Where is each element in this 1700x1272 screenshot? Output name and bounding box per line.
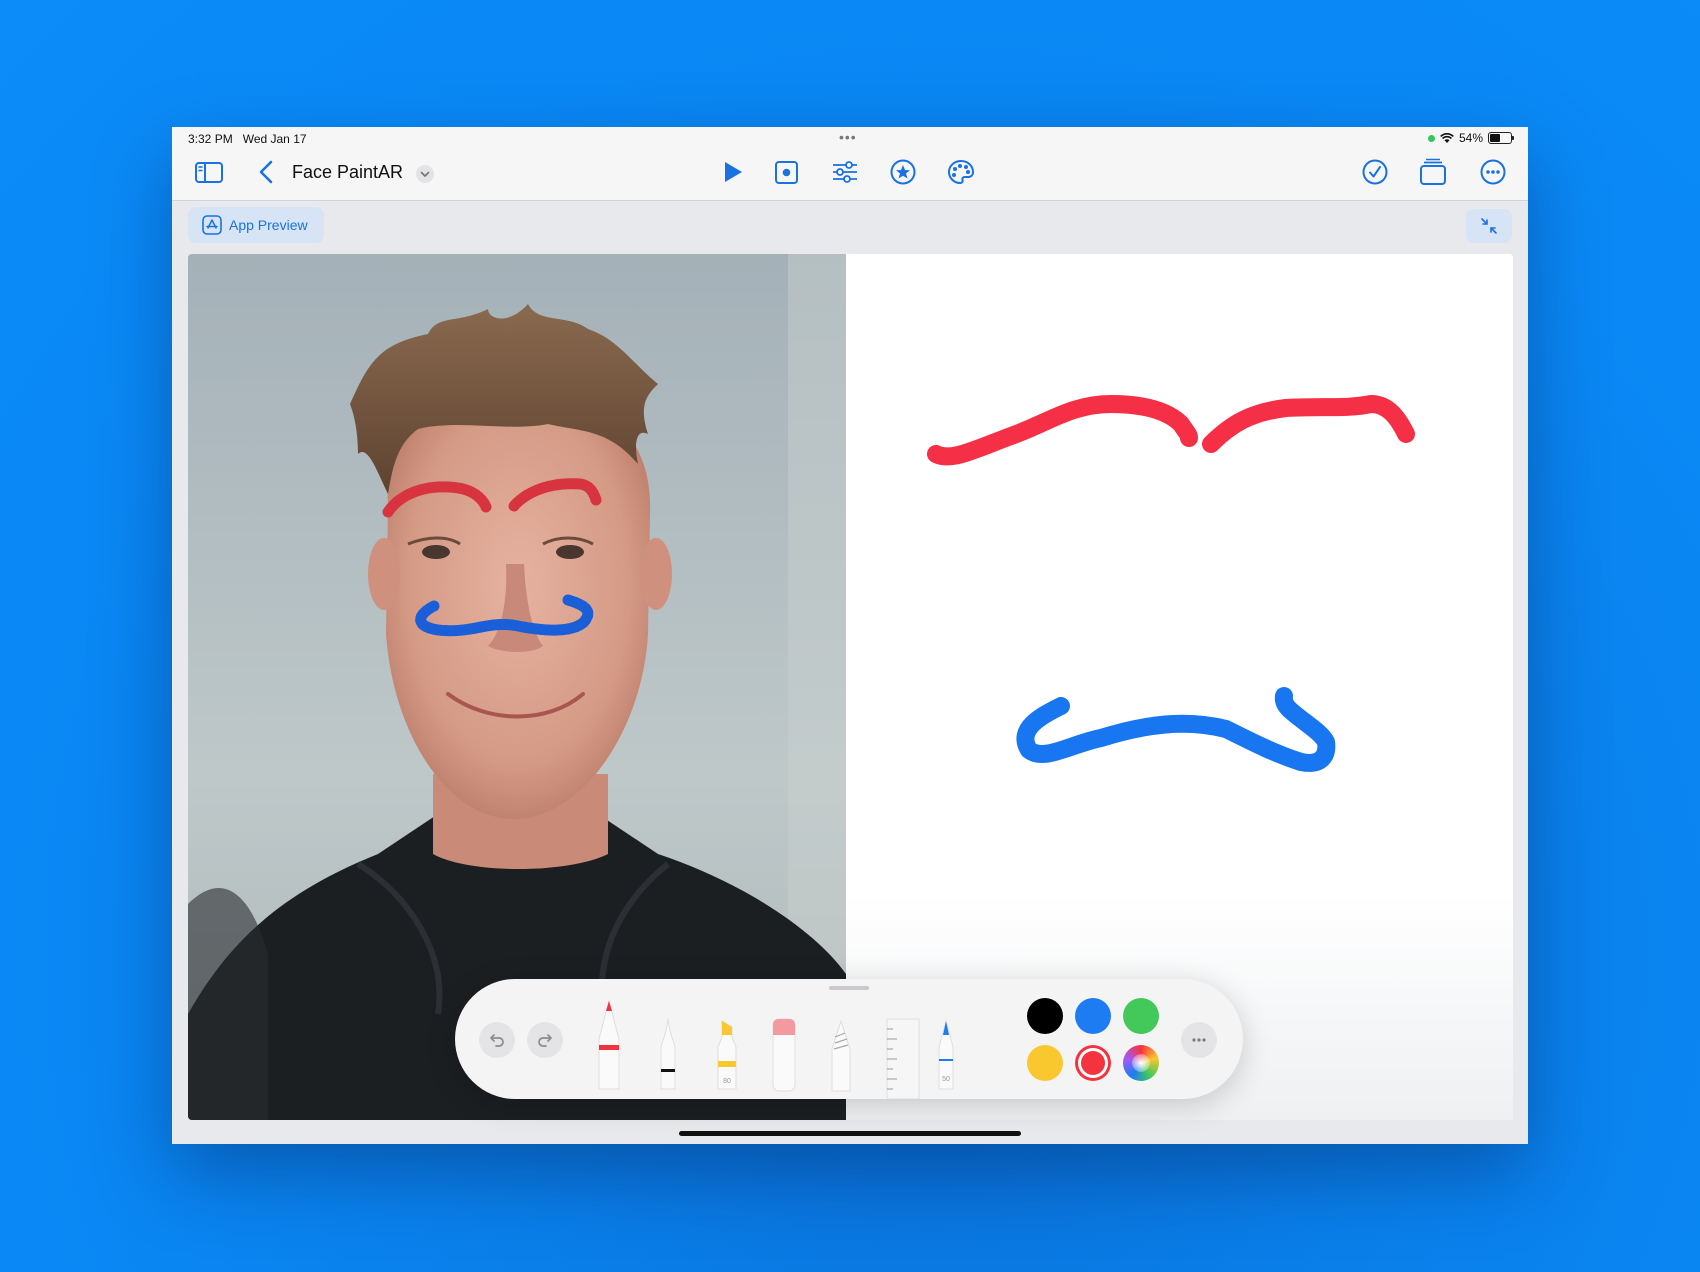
drawing-tools-row: 80 50 [598,999,954,1099]
palette-more-button[interactable] [1181,1022,1217,1058]
pencil-kit-tool-palette: 80 50 [455,979,1243,1099]
fineliner-tool-icon[interactable] [660,1018,676,1090]
drawn-right-eyebrow-stroke [1202,395,1415,453]
back-chevron-icon[interactable] [252,157,282,187]
lasso-tool-icon[interactable] [831,1019,851,1092]
arrows-collapse-icon [1481,218,1497,234]
color-swatch-green[interactable] [1123,998,1159,1034]
project-title: Face PaintAR [292,162,404,182]
drawn-mustache-stroke [1016,687,1336,772]
eraser-tool-icon[interactable] [772,1018,796,1092]
undo-arrow-icon [490,1034,504,1047]
record-icon[interactable] [772,157,802,187]
redo-button[interactable] [527,1022,563,1058]
marker-tool-icon[interactable]: 80 [717,1020,737,1090]
color-wheel-picker-icon[interactable] [1123,1045,1159,1081]
multitasking-dots-icon[interactable]: ••• [839,129,857,145]
window-stack-icon[interactable] [1418,157,1448,187]
pen-size-label: 50 [942,1076,950,1083]
settings-sliders-icon[interactable] [830,157,860,187]
camera-in-use-icon [1427,134,1435,142]
color-swatch-black[interactable] [1027,998,1063,1034]
status-indicators: 54% [1427,131,1514,145]
color-swatch-yellow[interactable] [1027,1045,1063,1081]
status-time: 3:32 PM Wed Jan 17 [188,132,307,146]
palette-drag-handle[interactable] [829,986,869,990]
marker-size-label: 80 [723,1078,731,1085]
home-indicator [679,1131,1021,1136]
top-toolbar: 3:32 PM Wed Jan 17 ••• 54% Face PaintAR [172,127,1528,201]
more-ellipsis-circle-icon[interactable] [1478,157,1508,187]
battery-percent: 54% [1458,131,1483,145]
redo-arrow-icon [538,1034,552,1047]
undo-button[interactable] [479,1022,515,1058]
monoline-pen-tool-icon[interactable]: 50 [938,1019,954,1090]
collapse-preview-button[interactable] [1466,209,1512,243]
app-preview-button[interactable]: App Preview [188,207,324,243]
color-swatch-red-selected[interactable] [1075,1045,1111,1081]
checkmark-circle-icon[interactable] [1360,157,1390,187]
pen-tool-icon[interactable] [598,999,620,1090]
sidebar-toggle-icon[interactable] [194,157,224,187]
palette-icon[interactable] [946,157,976,187]
ellipsis-icon [1192,1038,1206,1042]
run-play-icon[interactable] [717,157,747,187]
battery-icon [1488,132,1514,144]
wifi-icon [1440,132,1454,143]
app-preview-label: App Preview [229,217,308,233]
star-circle-icon[interactable] [888,157,918,187]
drawn-left-eyebrow-stroke [927,395,1198,466]
title-menu-chevron-down-icon[interactable] [416,165,434,183]
app-store-icon [202,215,222,235]
ruler-tool-icon[interactable] [886,1018,920,1099]
color-swatch-blue[interactable] [1075,998,1111,1034]
